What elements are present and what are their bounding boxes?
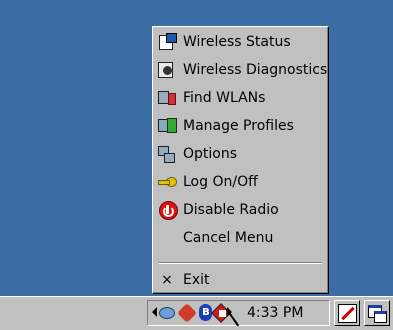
menu-item-wireless-diagnostics[interactable]: Wireless Diagnostics [157,57,328,83]
wireless-diagnostics-icon [157,60,177,80]
wireless-status-icon [157,32,177,52]
options-icon [157,144,177,164]
wireless-context-menu: Wireless Status Wireless Diagnostics Fin… [152,26,329,294]
close-icon: × [161,272,173,288]
find-wlans-icon [157,88,177,108]
menu-item-label: Find WLANs [183,90,266,106]
menu-item-manage-profiles[interactable]: Manage Profiles [157,113,325,139]
menu-separator [159,262,322,264]
menu-item-log-on-off[interactable]: Log On/Off [157,169,325,195]
wireless-icon[interactable] [178,304,196,322]
menu-item-wireless-status[interactable]: Wireless Status [157,29,325,55]
key-icon [157,172,177,192]
input-panel-button[interactable] [334,300,360,326]
menu-item-label: Disable Radio [183,202,279,218]
menu-item-label: Options [183,146,238,162]
menu-item-cancel-menu[interactable]: Cancel Menu [157,225,325,251]
switch-windows-button[interactable] [364,300,390,326]
menu-item-label: Manage Profiles [183,118,294,134]
menu-item-options[interactable]: Options [157,141,325,167]
network-icon[interactable] [159,304,177,322]
tray-scroll-left-icon[interactable] [152,307,157,317]
menu-item-exit[interactable]: × Exit [157,267,325,293]
system-tray: 4:33 PM [147,300,330,326]
menu-item-find-wlans[interactable]: Find WLANs [157,85,325,111]
menu-item-label: Exit [183,272,210,288]
taskbar: 4:33 PM [0,296,393,330]
menu-item-disable-radio[interactable]: Disable Radio [157,197,325,223]
menu-item-label: Wireless Diagnostics [183,62,328,78]
menu-item-label: Cancel Menu [183,230,274,246]
menu-item-label: Log On/Off [183,174,258,190]
manage-profiles-icon [157,116,177,136]
menu-item-label: Wireless Status [183,34,291,50]
power-icon [157,200,178,220]
clock[interactable]: 4:33 PM [247,305,303,321]
